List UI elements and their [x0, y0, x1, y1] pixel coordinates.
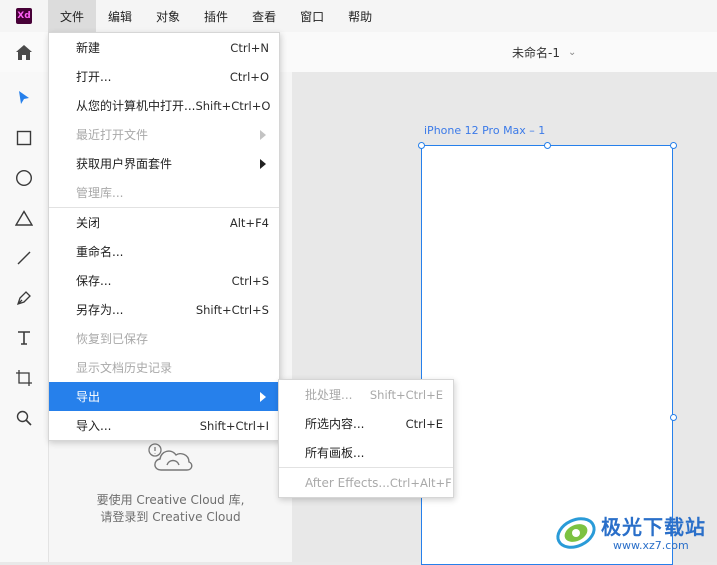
- menu-item-recent-files[interactable]: 最近打开文件: [49, 120, 279, 149]
- xd-logo-icon: Xd: [16, 8, 32, 24]
- menu-item-shortcut: Shift+Ctrl+I: [199, 418, 269, 433]
- document-title[interactable]: 未命名-1 ⌄: [512, 32, 576, 72]
- menu-item-open-from-computer[interactable]: 从您的计算机中打开... Shift+Ctrl+O: [49, 91, 279, 120]
- menu-item-label: 显示文档历史记录: [76, 361, 173, 375]
- chevron-down-icon: ⌄: [567, 46, 577, 58]
- submenu-arrow-icon: [260, 129, 266, 140]
- menu-item-get-ui-kits[interactable]: 获取用户界面套件: [49, 149, 279, 178]
- menu-view[interactable]: 查看: [240, 0, 288, 32]
- file-menu-dropdown: 新建 Ctrl+N 打开... Ctrl+O 从您的计算机中打开... Shif…: [48, 32, 280, 441]
- menu-item-label: 重命名...: [76, 245, 124, 259]
- watermark: 极光下载站 www.xz7.com: [553, 505, 713, 560]
- menu-item-batch-export[interactable]: 批处理... Shift+Ctrl+E: [279, 380, 453, 409]
- menu-item-label: 另存为...: [76, 303, 124, 317]
- home-icon: [16, 44, 32, 60]
- menu-item-label: 关闭: [76, 216, 101, 230]
- pen-tool[interactable]: [0, 278, 48, 318]
- menu-item-shortcut: Ctrl+N: [230, 40, 269, 55]
- menu-item-import[interactable]: 导入... Shift+Ctrl+I: [49, 411, 279, 440]
- submenu-arrow-icon: [260, 158, 266, 169]
- menu-item-label: 恢复到已保存: [76, 332, 149, 346]
- menu-object[interactable]: 对象: [144, 0, 192, 32]
- library-message-line1: 要使用 Creative Cloud 库,: [96, 493, 245, 507]
- menu-item-label: 批处理...: [305, 388, 353, 402]
- artboard-tool[interactable]: [0, 358, 48, 398]
- menu-help[interactable]: 帮助: [336, 0, 384, 32]
- menu-item-new[interactable]: 新建 Ctrl+N: [49, 33, 279, 62]
- creative-cloud-icon: [148, 443, 193, 471]
- triangle-icon: [15, 210, 33, 226]
- menu-item-shortcut: Shift+Ctrl+E: [369, 387, 443, 402]
- menu-file[interactable]: 文件: [48, 0, 97, 32]
- menu-item-label: 所选内容...: [305, 417, 365, 431]
- menu-item-label: 获取用户界面套件: [76, 157, 173, 171]
- menu-bar: Xd 文件 编辑 对象 插件 查看 窗口 帮助: [0, 0, 717, 32]
- menu-item-export-selected[interactable]: 所选内容... Ctrl+E: [279, 409, 453, 438]
- tool-rail: [0, 72, 49, 562]
- menu-item-shortcut: Ctrl+Alt+F: [389, 475, 452, 490]
- menu-item-shortcut: Shift+Ctrl+S: [195, 302, 269, 317]
- resize-handle-top-right[interactable]: [670, 142, 677, 149]
- ellipse-icon: [15, 169, 33, 187]
- artboard-icon: [16, 370, 32, 386]
- menu-item-export-all-artboards[interactable]: 所有画板...: [279, 438, 453, 467]
- menu-item-close[interactable]: 关闭 Alt+F4: [49, 208, 279, 237]
- line-tool[interactable]: [0, 238, 48, 278]
- menu-item-label: 管理库...: [76, 186, 124, 200]
- pen-icon: [16, 291, 31, 306]
- library-login-message: 要使用 Creative Cloud 库, 请登录到 Creative Clou…: [49, 492, 292, 526]
- document-title-text: 未命名-1: [512, 45, 560, 60]
- watermark-text: 极光下载站: [601, 515, 706, 539]
- menu-item-revert-to-saved[interactable]: 恢复到已保存: [49, 324, 279, 353]
- watermark-logo-icon: [556, 517, 596, 549]
- rectangle-tool[interactable]: [0, 118, 48, 158]
- submenu-arrow-icon: [260, 391, 266, 402]
- menu-item-document-history[interactable]: 显示文档历史记录: [49, 353, 279, 382]
- select-icon: [19, 91, 29, 104]
- menu-item-save-as[interactable]: 另存为... Shift+Ctrl+S: [49, 295, 279, 324]
- text-icon: [18, 331, 30, 345]
- library-message-line2: 请登录到 Creative Cloud: [100, 510, 241, 524]
- menu-plugins[interactable]: 插件: [192, 0, 240, 32]
- menu-item-export-after-effects[interactable]: After Effects... Ctrl+Alt+F: [279, 468, 453, 497]
- menu-item-label: 保存...: [76, 274, 112, 288]
- resize-handle-top-left[interactable]: [418, 142, 425, 149]
- menu-item-save[interactable]: 保存... Ctrl+S: [49, 266, 279, 295]
- zoom-tool[interactable]: [0, 398, 48, 438]
- triangle-tool[interactable]: [0, 198, 48, 238]
- select-tool[interactable]: [0, 78, 48, 118]
- home-button[interactable]: [0, 32, 48, 72]
- export-submenu: 批处理... Shift+Ctrl+E 所选内容... Ctrl+E 所有画板.…: [278, 379, 454, 498]
- zoom-icon: [16, 410, 32, 426]
- line-icon: [17, 251, 31, 265]
- resize-handle-middle-right[interactable]: [670, 414, 677, 421]
- rectangle-icon: [16, 130, 32, 146]
- resize-handle-top-center[interactable]: [544, 142, 551, 149]
- menu-item-manage-libraries[interactable]: 管理库...: [49, 178, 279, 207]
- menu-item-label: 导出: [76, 390, 101, 404]
- menu-item-rename[interactable]: 重命名...: [49, 237, 279, 266]
- app-logo: Xd: [0, 0, 48, 32]
- menu-item-label: 打开...: [76, 70, 112, 84]
- menu-item-shortcut: Ctrl+E: [405, 416, 443, 431]
- watermark-url: www.xz7.com: [613, 539, 689, 552]
- menu-item-label: 从您的计算机中打开...: [76, 99, 196, 113]
- artboard[interactable]: [421, 145, 673, 565]
- menu-item-shortcut: Ctrl+O: [229, 69, 269, 84]
- menu-item-label: 所有画板...: [305, 446, 365, 460]
- menu-item-export[interactable]: 导出: [49, 382, 279, 411]
- ellipse-tool[interactable]: [0, 158, 48, 198]
- menu-item-shortcut: Ctrl+S: [231, 273, 269, 288]
- menu-edit[interactable]: 编辑: [96, 0, 144, 32]
- menu-window[interactable]: 窗口: [288, 0, 336, 32]
- menu-item-shortcut: Shift+Ctrl+O: [195, 98, 271, 113]
- menu-item-label: After Effects...: [305, 475, 390, 490]
- menu-item-label: 最近打开文件: [76, 128, 149, 142]
- menu-item-open[interactable]: 打开... Ctrl+O: [49, 62, 279, 91]
- menu-item-shortcut: Alt+F4: [229, 215, 269, 230]
- menu-item-label: 导入...: [76, 419, 112, 433]
- artboard-label[interactable]: iPhone 12 Pro Max – 1: [424, 124, 545, 137]
- menu-item-label: 新建: [76, 41, 101, 55]
- text-tool[interactable]: [0, 318, 48, 358]
